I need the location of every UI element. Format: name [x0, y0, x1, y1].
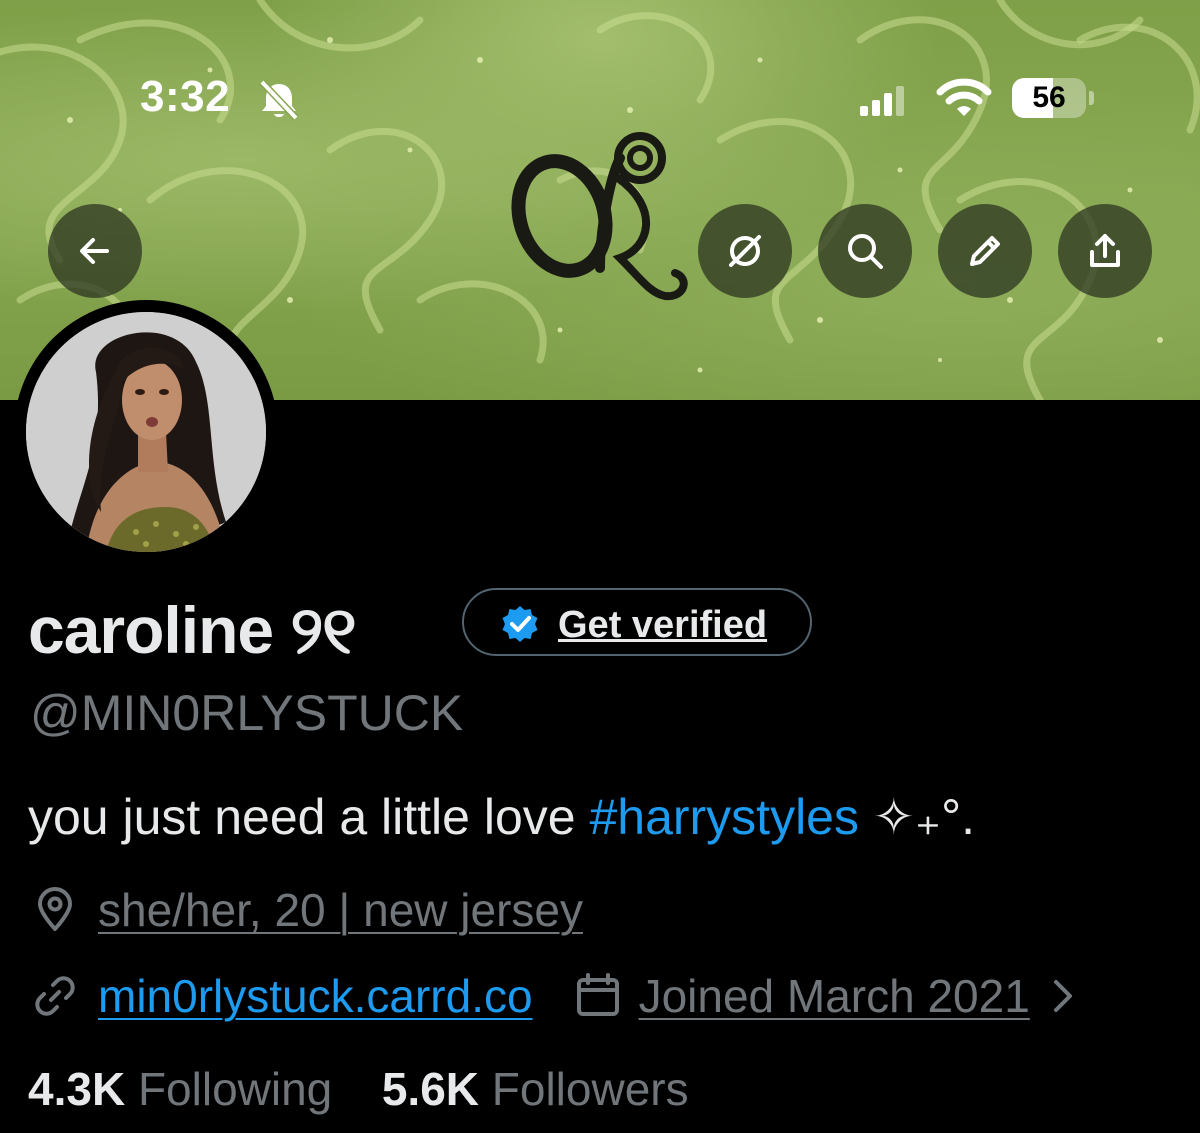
location-text: she/her, 20 | new jersey: [98, 884, 583, 936]
verified-badge-icon: [502, 606, 538, 642]
followers-count: 5.6K: [381, 1063, 479, 1115]
display-name: caroline ୨୧: [28, 593, 357, 667]
share-icon: [1090, 234, 1120, 267]
bell-slash-icon: [259, 79, 299, 120]
get-verified-button[interactable]: Get verified: [462, 588, 812, 656]
edit-button[interactable]: [938, 204, 1032, 298]
search-icon: [848, 234, 883, 269]
wifi-icon: [936, 78, 992, 116]
following-label: Following: [137, 1063, 333, 1115]
arrow-left-icon: [80, 238, 109, 264]
edit-icon: [970, 236, 1000, 266]
follow-stats: 4.3K Following 5.6K Followers: [28, 1062, 689, 1116]
battery-level: 56: [1032, 81, 1066, 114]
bio-suffix: ✧₊°.: [858, 789, 976, 845]
location-row: she/her, 20 | new jersey: [30, 880, 583, 940]
battery-body: 56: [1012, 78, 1086, 118]
share-button[interactable]: [1058, 204, 1152, 298]
chevron-right-icon[interactable]: [1048, 976, 1078, 1016]
avatar-photo: [26, 312, 266, 552]
grok-icon: [729, 235, 761, 267]
followers-stat[interactable]: 5.6K Followers: [382, 1063, 689, 1115]
followers-label: Followers: [491, 1063, 689, 1115]
location-pin-icon: [38, 887, 72, 931]
search-button[interactable]: [818, 204, 912, 298]
website-joined-row: min0rlystuck.carrd.co Joined March 2021: [30, 966, 1078, 1026]
back-button[interactable]: [48, 204, 142, 298]
profile-bio: you just need a little love #harrystyles…: [28, 788, 975, 846]
following-count: 4.3K: [28, 1063, 126, 1115]
banner-logo: [511, 132, 688, 301]
grok-button[interactable]: [698, 204, 792, 298]
following-stat[interactable]: 4.3K Following: [28, 1063, 332, 1115]
calendar-icon: [576, 973, 619, 1016]
bio-hashtag-link[interactable]: #harrystyles: [589, 789, 859, 845]
status-time: 3:32: [140, 72, 231, 121]
joined-date: Joined March 2021: [638, 970, 1030, 1022]
link-icon: [35, 976, 75, 1016]
website-link[interactable]: min0rlystuck.carrd.co: [98, 969, 533, 1023]
profile-avatar[interactable]: [14, 300, 278, 564]
get-verified-label: Get verified: [558, 604, 768, 646]
cellular-signal-icon: [860, 86, 904, 116]
bio-text: you just need a little love: [28, 789, 590, 845]
battery-icon: 56: [1012, 78, 1094, 118]
user-handle: @MIN0RLYSTUCK: [30, 685, 464, 741]
battery-nub: [1089, 91, 1094, 105]
